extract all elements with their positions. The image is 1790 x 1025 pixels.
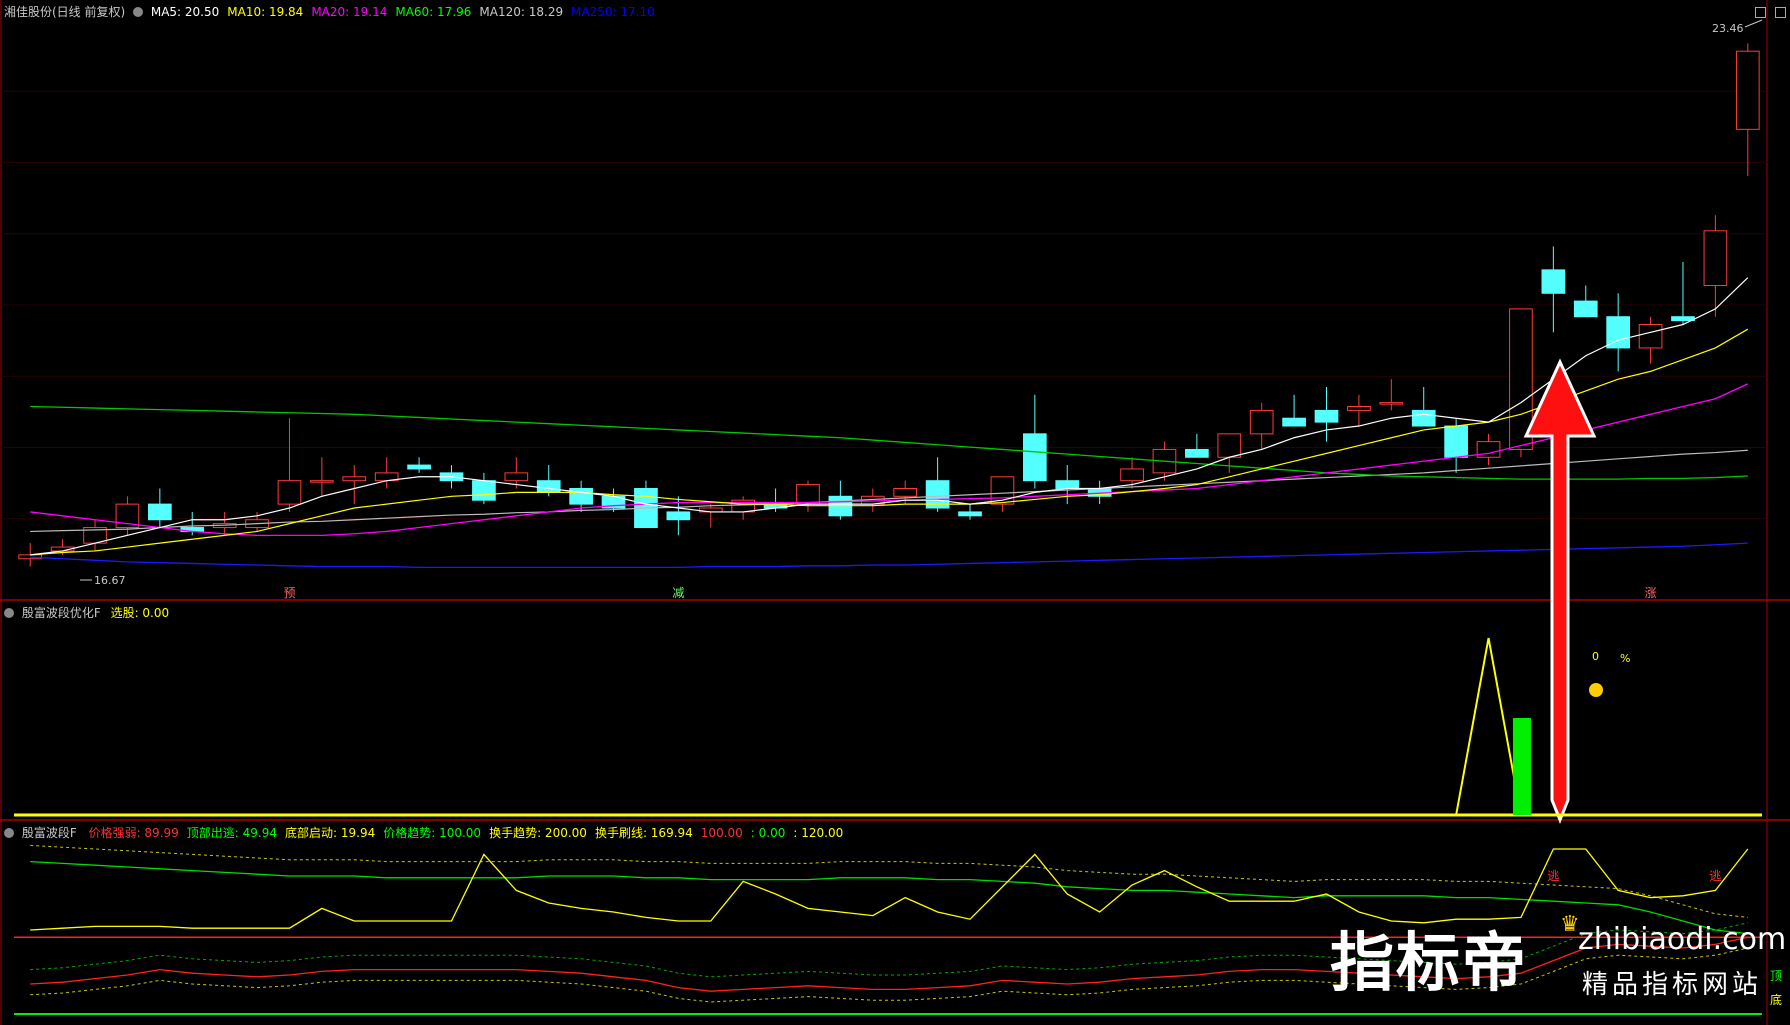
panel3-legend-item: 顶部出逃: 49.94 (186, 826, 277, 840)
candle-body (1573, 300, 1598, 318)
panel2-title: 殷富波段优化F (21, 606, 101, 620)
signal-tag: 涨 (1645, 585, 1657, 600)
watermark-sub: 精品指标网站 (1582, 970, 1763, 1000)
panel1-title: 湘佳股份(日线 前复权) (4, 5, 126, 19)
price-low-label: 16.67 (94, 574, 126, 587)
panel3-tag: 逃 (1709, 869, 1721, 883)
candle-body (342, 476, 367, 482)
ma20-line (30, 383, 1749, 536)
stock-chart: 23.4616.67预减涨0 %逃 逃顶底 (0, 0, 1790, 1025)
candle-body (1120, 468, 1144, 482)
watermark-big: 指标帝 (1330, 927, 1528, 1001)
candle-body (1249, 409, 1274, 435)
panel3-tag: 逃 (1547, 869, 1559, 883)
candle-body (407, 464, 431, 470)
candle-body (796, 484, 820, 505)
candle-body (1314, 409, 1339, 423)
panel3-legend-item: : 120.00 (793, 826, 844, 840)
panel3-legend: 价格强弱: 89.99 顶部出逃: 49.94 底部启动: 19.94 价格趋势: 1… (81, 826, 844, 840)
ma-legend-item: MA250: 17.10 (571, 5, 655, 19)
ma250-line (30, 542, 1748, 569)
panel3-legend-item: 100.00 (700, 826, 743, 840)
signal-tag: 减 (672, 586, 684, 600)
panel3-legend-item: 价格趋势: 100.00 (383, 826, 482, 840)
candle-body (1379, 402, 1404, 405)
ma-legend-item: MA10: 19.84 (227, 5, 304, 19)
candle-body (958, 511, 982, 517)
candle-body (1055, 480, 1080, 489)
watermark: 指标帝 zhibiaodi.com 精品指标网站 ♛ (1330, 908, 1790, 1008)
price-high-label: 23.46 (1712, 22, 1744, 35)
ma-legend-item: MA20: 19.14 (311, 5, 388, 19)
panel1-header: 湘佳股份(日线 前复权) MA5: 20.50 MA10: 19.84 MA20: … (4, 3, 663, 20)
candle-body (504, 472, 529, 482)
panel2-value: 选股: 0.00 (110, 606, 170, 620)
panel2-percent-label: % (1620, 652, 1630, 665)
window-controls (1754, 3, 1786, 22)
watermark-site: zhibiaodi.com (1578, 922, 1787, 957)
frown-icon (1589, 683, 1603, 697)
candle-body (666, 511, 691, 521)
panel2-zero-label: 0 (1592, 650, 1599, 663)
candle-body (893, 487, 918, 497)
candle-body (277, 480, 302, 505)
candle-body (472, 480, 496, 501)
ma5-line (30, 277, 1749, 556)
ma-legend-item: MA60: 17.96 (395, 5, 472, 19)
candle-body (1411, 409, 1436, 427)
panel2-signal-line (1455, 637, 1748, 816)
candle-body (147, 503, 172, 521)
panel2-collapse-icon[interactable] (4, 608, 14, 618)
candle-body (1735, 50, 1760, 130)
annotation-arrow (1523, 358, 1597, 825)
panel3-legend-item: 换手刷线: 169.94 (594, 826, 693, 840)
candle-body (1022, 433, 1047, 482)
panel3-legend-item: : 0.00 (750, 826, 786, 840)
panel3-header: 殷富波段F 价格强弱: 89.99 顶部出逃: 49.94 底部启动: 19.94 价… (4, 824, 843, 841)
panel2-header: 殷富波段优化F 选股: 0.00 (4, 604, 169, 621)
panel3-legend-item: 价格强弱: 89.99 (88, 826, 179, 840)
signal-tag: 预 (283, 586, 295, 600)
candle-body (1638, 324, 1663, 349)
candle-body (1444, 425, 1468, 458)
panel2-bar (1512, 718, 1531, 815)
ma-legend: MA5: 20.50 MA10: 19.84 MA20: 19.14 MA60: 17… (151, 5, 663, 19)
candle-body (310, 480, 334, 483)
panel3-collapse-icon[interactable] (4, 828, 14, 838)
panel3-legend-item: 换手趋势: 200.00 (489, 826, 587, 840)
panel3-title: 殷富波段F (21, 826, 77, 840)
candle-body (1282, 417, 1306, 427)
panel1-collapse-icon[interactable] (133, 7, 144, 17)
candle-body (1606, 316, 1631, 349)
ma-legend-item: MA120: 18.29 (479, 5, 564, 19)
candle-body (1347, 406, 1371, 411)
candle-body (536, 480, 561, 493)
ma-legend-item: MA5: 20.50 (150, 5, 220, 19)
restore-icon[interactable] (1754, 7, 1766, 18)
candle-body (1703, 230, 1728, 286)
close-icon[interactable] (1775, 7, 1786, 18)
candle-body (1541, 269, 1566, 294)
candle-body (1217, 433, 1242, 458)
panel3-legend-item: 底部启动: 19.94 (285, 826, 376, 840)
candle-body (569, 487, 593, 505)
crown-icon: ♛ (1560, 912, 1580, 937)
candle-body (1185, 448, 1209, 458)
